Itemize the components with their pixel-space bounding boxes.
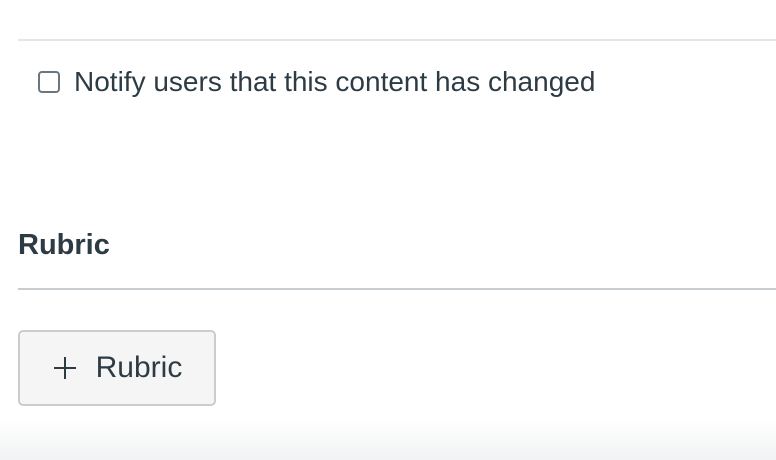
footer-shadow (0, 420, 776, 460)
notify-users-option[interactable]: Notify users that this content has chang… (38, 66, 595, 98)
notify-users-checkbox[interactable] (38, 71, 60, 93)
plus-icon (53, 357, 76, 379)
section-divider (18, 39, 776, 41)
add-rubric-label: Rubric (95, 351, 183, 384)
add-rubric-button[interactable]: Rubric (18, 330, 216, 406)
rubric-divider (18, 288, 776, 290)
assignment-edit-page: Notify users that this content has chang… (0, 0, 776, 460)
notify-users-label: Notify users that this content has chang… (74, 66, 596, 97)
rubric-heading: Rubric (18, 229, 110, 261)
